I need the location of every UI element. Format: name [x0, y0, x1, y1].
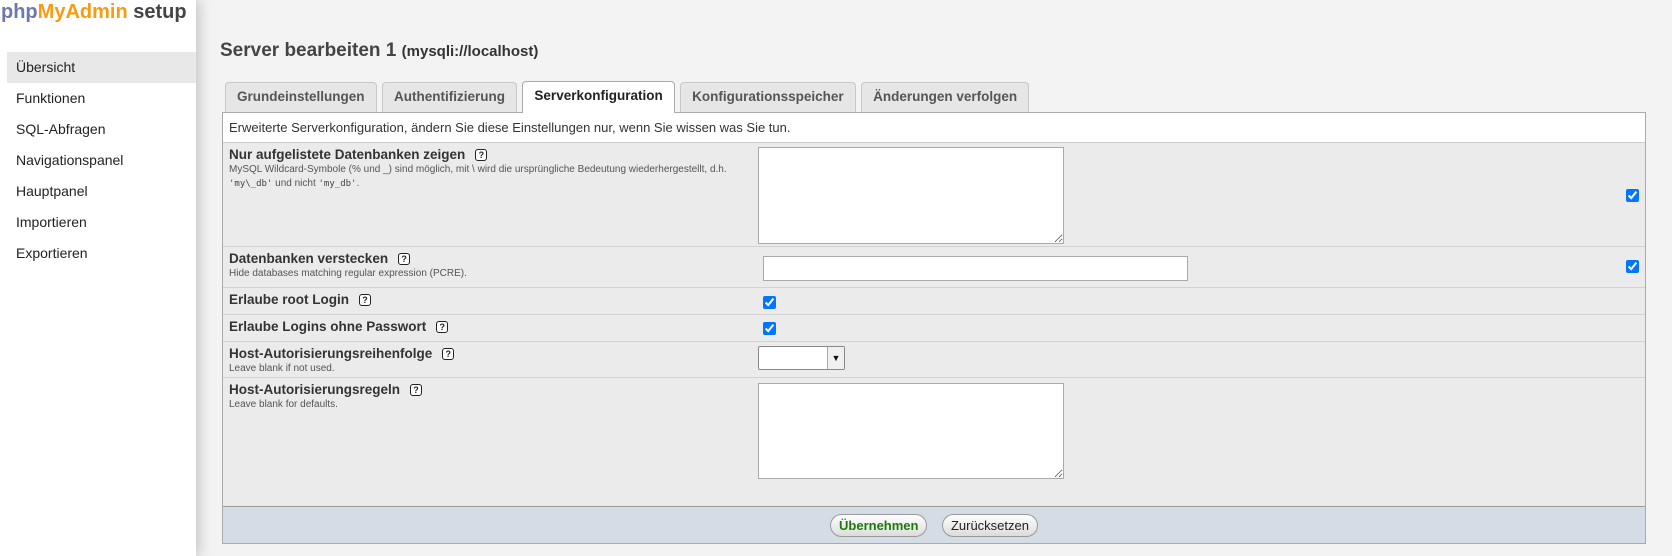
- sidebar-item-funktionen[interactable]: Funktionen: [7, 83, 196, 114]
- setting-description-text: MySQL Wildcard-Symbole (% und _) sind mö…: [229, 164, 727, 175]
- help-icon[interactable]: ?: [436, 321, 449, 333]
- sidebar: phpMyAdmin setup Übersicht Funktionen SQ…: [0, 0, 196, 556]
- sidebar-item-navigationspanel[interactable]: Navigationspanel: [7, 145, 196, 176]
- setting-row-allow-root: Erlaube root Login?: [223, 288, 1645, 315]
- help-icon[interactable]: ?: [359, 294, 371, 306]
- setting-label: Host-Autorisierungsregeln?: [229, 382, 423, 397]
- setting-label: Datenbanken verstecken?: [229, 251, 411, 266]
- setting-label-text: Nur aufgelistete Datenbanken zeigen: [229, 147, 466, 162]
- host-rules-textarea[interactable]: [758, 383, 1064, 479]
- only-db-default-checkbox[interactable]: [1626, 189, 1639, 202]
- sidebar-nav: Übersicht Funktionen SQL-Abfragen Naviga…: [7, 52, 196, 269]
- setting-label: Host-Autorisierungsreihenfolge?: [229, 346, 455, 361]
- setting-description: Hide databases matching regular expressi…: [229, 268, 467, 279]
- setting-label-text: Host-Autorisierungsreihenfolge: [229, 346, 433, 361]
- sidebar-item-exportieren[interactable]: Exportieren: [7, 238, 196, 269]
- tab-grundeinstellungen[interactable]: Grundeinstellungen: [225, 82, 377, 112]
- setting-row-host-order: Host-Autorisierungsreihenfolge? Leave bl…: [223, 342, 1645, 378]
- allow-nopass-checkbox[interactable]: [763, 322, 776, 335]
- setting-row-only-db: Nur aufgelistete Datenbanken zeigen? MyS…: [223, 143, 1645, 247]
- settings-panel: Erweiterte Serverkonfiguration, ändern S…: [222, 112, 1646, 544]
- help-icon[interactable]: ?: [410, 384, 423, 396]
- tab-aenderungen-verfolgen[interactable]: Änderungen verfolgen: [861, 82, 1030, 112]
- setting-description: MySQL Wildcard-Symbole (% und _) sind mö…: [229, 163, 749, 191]
- setting-label-text: Host-Autorisierungsregeln: [229, 382, 401, 397]
- tab-konfigurationsspeicher[interactable]: Konfigurationsspeicher: [680, 82, 856, 112]
- logo-part-myadmin: MyAdmin: [37, 1, 128, 23]
- app-logo[interactable]: phpMyAdmin setup: [1, 1, 187, 24]
- sidebar-item-hauptpanel[interactable]: Hauptpanel: [7, 176, 196, 207]
- setting-description-text: .: [356, 178, 360, 189]
- hide-db-default-checkbox[interactable]: [1626, 260, 1639, 273]
- code-example: 'my\_db': [229, 179, 273, 189]
- page-title: Server bearbeiten 1 (mysqli://localhost): [220, 40, 538, 62]
- setting-row-allow-nopass: Erlaube Logins ohne Passwort?: [223, 315, 1645, 342]
- help-icon[interactable]: ?: [398, 253, 411, 265]
- sidebar-item-sql-abfragen[interactable]: SQL-Abfragen: [7, 114, 196, 145]
- apply-button[interactable]: Übernehmen: [830, 514, 928, 537]
- setting-row-host-rules: Host-Autorisierungsregeln? Leave blank f…: [223, 378, 1645, 481]
- help-icon[interactable]: ?: [442, 348, 455, 360]
- setting-row-hide-db: Datenbanken verstecken? Hide databases m…: [223, 247, 1645, 288]
- form-footer: Übernehmen Zurücksetzen: [223, 506, 1645, 543]
- tab-authentifizierung[interactable]: Authentifizierung: [381, 82, 517, 112]
- setting-label-text: Erlaube Logins ohne Passwort: [229, 319, 427, 334]
- setting-description: Leave blank for defaults.: [229, 399, 338, 410]
- host-order-select[interactable]: ▼: [758, 346, 845, 370]
- hide-db-input[interactable]: [763, 256, 1188, 281]
- sidebar-item-uebersicht[interactable]: Übersicht: [7, 52, 196, 83]
- setting-label: Erlaube Logins ohne Passwort?: [229, 319, 449, 334]
- chevron-down-icon[interactable]: ▼: [827, 347, 844, 369]
- sidebar-item-importieren[interactable]: Importieren: [7, 207, 196, 238]
- only-db-textarea[interactable]: [758, 147, 1064, 244]
- setting-label: Erlaube root Login?: [229, 292, 371, 307]
- logo-part-setup: setup: [127, 1, 187, 23]
- logo-part-php: php: [1, 1, 38, 23]
- reset-button[interactable]: Zurücksetzen: [941, 514, 1038, 537]
- setting-description: Leave blank if not used.: [229, 363, 335, 374]
- tab-serverkonfiguration[interactable]: Serverkonfiguration: [522, 81, 675, 113]
- panel-description: Erweiterte Serverkonfiguration, ändern S…: [223, 113, 1645, 143]
- help-icon[interactable]: ?: [475, 149, 488, 161]
- code-example: 'my_db': [318, 179, 357, 189]
- page-subtitle: (mysqli://localhost): [401, 43, 539, 60]
- main-content: Server bearbeiten 1 (mysqli://localhost)…: [220, 0, 1672, 556]
- setting-label-text: Erlaube root Login: [229, 292, 349, 307]
- setting-label: Nur aufgelistete Datenbanken zeigen?: [229, 147, 488, 162]
- allow-root-checkbox[interactable]: [763, 296, 776, 309]
- setting-description-text: und nicht: [272, 178, 319, 189]
- page-title-text: Server bearbeiten 1: [220, 40, 397, 61]
- tab-bar: Grundeinstellungen Authentifizierung Ser…: [225, 81, 1030, 113]
- setting-label-text: Datenbanken verstecken: [229, 251, 389, 266]
